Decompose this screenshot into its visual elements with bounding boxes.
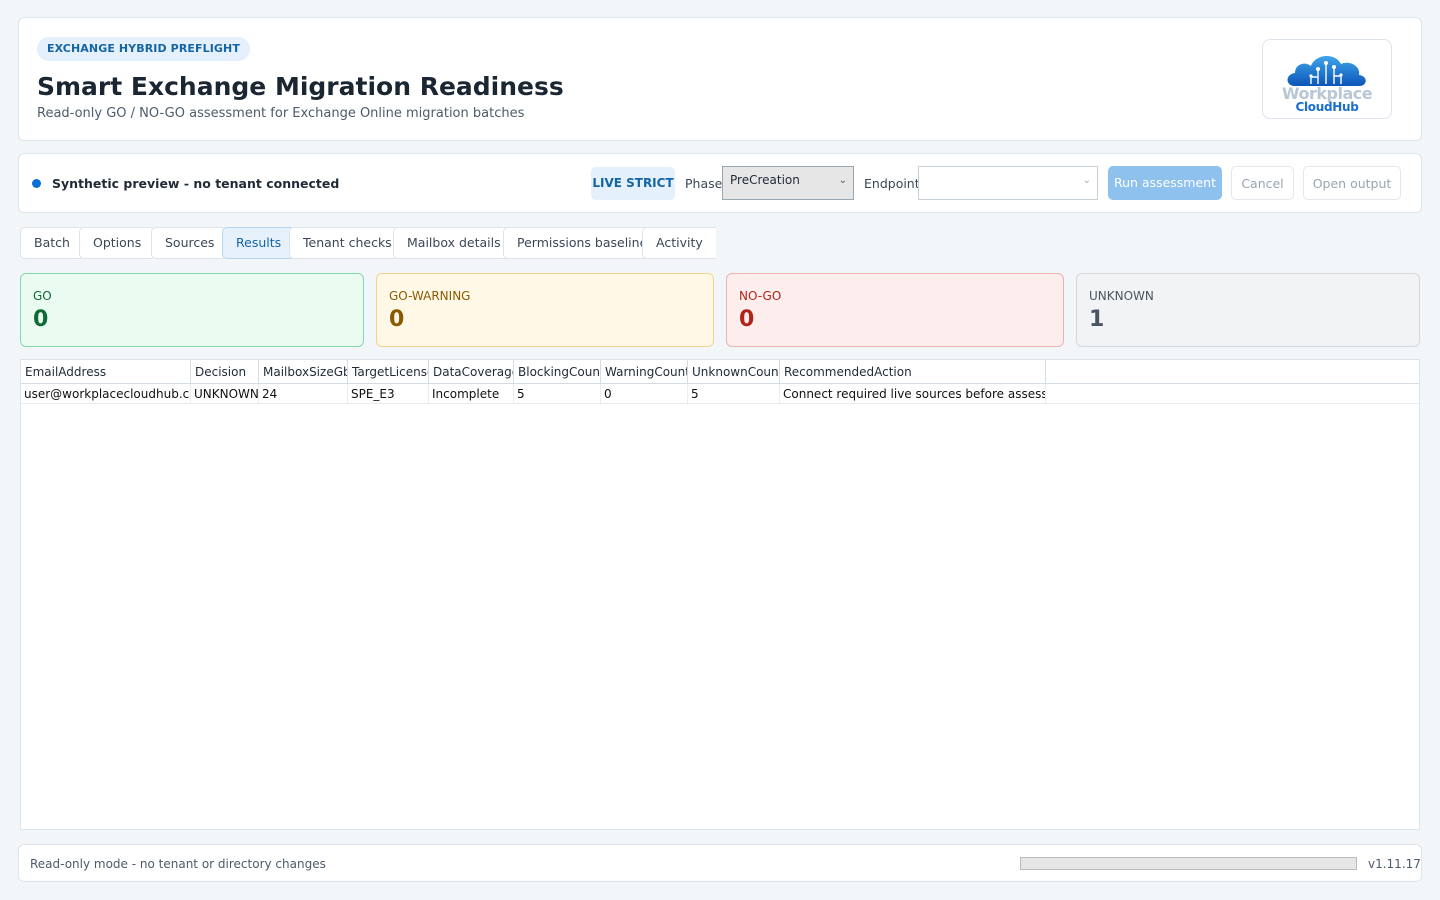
table-cell-targetlicense[interactable]: SPE_E3 xyxy=(348,384,429,404)
table-cell-decision[interactable]: UNKNOWN xyxy=(191,384,259,404)
tab-results[interactable]: Results xyxy=(222,227,296,259)
column-header-unknowncount[interactable]: UnknownCount xyxy=(688,360,780,384)
status-bar: Read-only mode - no tenant or directory … xyxy=(18,844,1422,882)
tab-tenant-checks[interactable]: Tenant checks xyxy=(289,227,406,259)
summary-count: 0 xyxy=(389,307,405,332)
column-header-filler xyxy=(1046,360,1419,384)
column-header-mailboxsizegb[interactable]: MailboxSizeGb xyxy=(259,360,348,384)
toolbar: Synthetic preview - no tenant connected … xyxy=(18,153,1422,213)
column-header-warningcount[interactable]: WarningCount xyxy=(601,360,688,384)
column-header-datacoverage[interactable]: DataCoverage xyxy=(429,360,514,384)
summary-label: GO xyxy=(33,289,52,303)
summary-count: 1 xyxy=(1089,307,1105,332)
table-cell-email[interactable]: user@workplacecloudhub.com xyxy=(21,384,191,404)
table-cell-unknowncount[interactable]: 5 xyxy=(688,384,780,404)
summary-count: 0 xyxy=(739,307,755,332)
run-assessment-button[interactable]: Run assessment xyxy=(1108,166,1222,200)
header-panel: EXCHANGE HYBRID PREFLIGHT Smart Exchange… xyxy=(18,17,1422,141)
version-label: v1.11.17 xyxy=(1368,857,1421,871)
tab-options[interactable]: Options xyxy=(79,227,156,259)
tab-sources[interactable]: Sources xyxy=(151,227,229,259)
open-output-button[interactable]: Open output xyxy=(1303,166,1401,200)
tab-activity[interactable]: Activity xyxy=(642,227,716,259)
mode-badge: LIVE STRICT xyxy=(591,167,675,200)
summary-card-go: GO 0 xyxy=(20,273,364,347)
column-header-blockingcount[interactable]: BlockingCount xyxy=(514,360,601,384)
column-header-recommendedaction[interactable]: RecommendedAction xyxy=(780,360,1046,384)
table-cell-blockingcount[interactable]: 5 xyxy=(514,384,601,404)
chevron-down-icon: ⌄ xyxy=(838,175,847,186)
cancel-button[interactable]: Cancel xyxy=(1231,166,1294,200)
phase-label: Phase xyxy=(685,176,723,191)
results-table[interactable]: EmailAddress Decision MailboxSizeGb Targ… xyxy=(20,359,1420,830)
summary-label: GO-WARNING xyxy=(389,289,471,303)
column-header-emailaddress[interactable]: EmailAddress xyxy=(21,360,191,384)
connection-status-text: Synthetic preview - no tenant connected xyxy=(52,176,340,191)
phase-select-value: PreCreation xyxy=(730,173,800,187)
connection-status-dot-icon xyxy=(32,179,41,188)
progress-bar xyxy=(1020,857,1357,870)
tab-permissions-baseline[interactable]: Permissions baseline xyxy=(503,227,662,259)
endpoint-select[interactable]: ⌄ xyxy=(918,166,1098,200)
phase-select[interactable]: PreCreation ⌄ xyxy=(722,166,854,200)
product-badge: EXCHANGE HYBRID PREFLIGHT xyxy=(37,37,250,61)
column-header-decision[interactable]: Decision xyxy=(191,360,259,384)
table-cell-recommendedaction[interactable]: Connect required live sources before ass… xyxy=(780,384,1046,404)
page-title: Smart Exchange Migration Readiness xyxy=(37,72,564,101)
footer-status-text: Read-only mode - no tenant or directory … xyxy=(30,857,326,871)
logo: Workplace CloudHub xyxy=(1262,39,1392,119)
summary-card-go-warning: GO-WARNING 0 xyxy=(376,273,714,347)
table-row-filler xyxy=(1046,384,1419,404)
summary-label: NO-GO xyxy=(739,289,782,303)
summary-card-unknown: UNKNOWN 1 xyxy=(1076,273,1420,347)
table-cell-warningcount[interactable]: 0 xyxy=(601,384,688,404)
tab-batch[interactable]: Batch xyxy=(20,227,84,259)
table-cell-mailboxsize[interactable]: 24 xyxy=(259,384,348,404)
summary-label: UNKNOWN xyxy=(1089,289,1154,303)
summary-card-no-go: NO-GO 0 xyxy=(726,273,1064,347)
summary-count: 0 xyxy=(33,307,49,332)
tab-mailbox-details[interactable]: Mailbox details xyxy=(393,227,515,259)
table-cell-datacoverage[interactable]: Incomplete xyxy=(429,384,514,404)
logo-text-cloudhub: CloudHub xyxy=(1295,100,1359,114)
chevron-down-icon: ⌄ xyxy=(1082,175,1091,186)
column-header-targetlicense[interactable]: TargetLicense xyxy=(348,360,429,384)
endpoint-label: Endpoint xyxy=(864,176,920,191)
page-subtitle: Read-only GO / NO-GO assessment for Exch… xyxy=(37,106,525,121)
